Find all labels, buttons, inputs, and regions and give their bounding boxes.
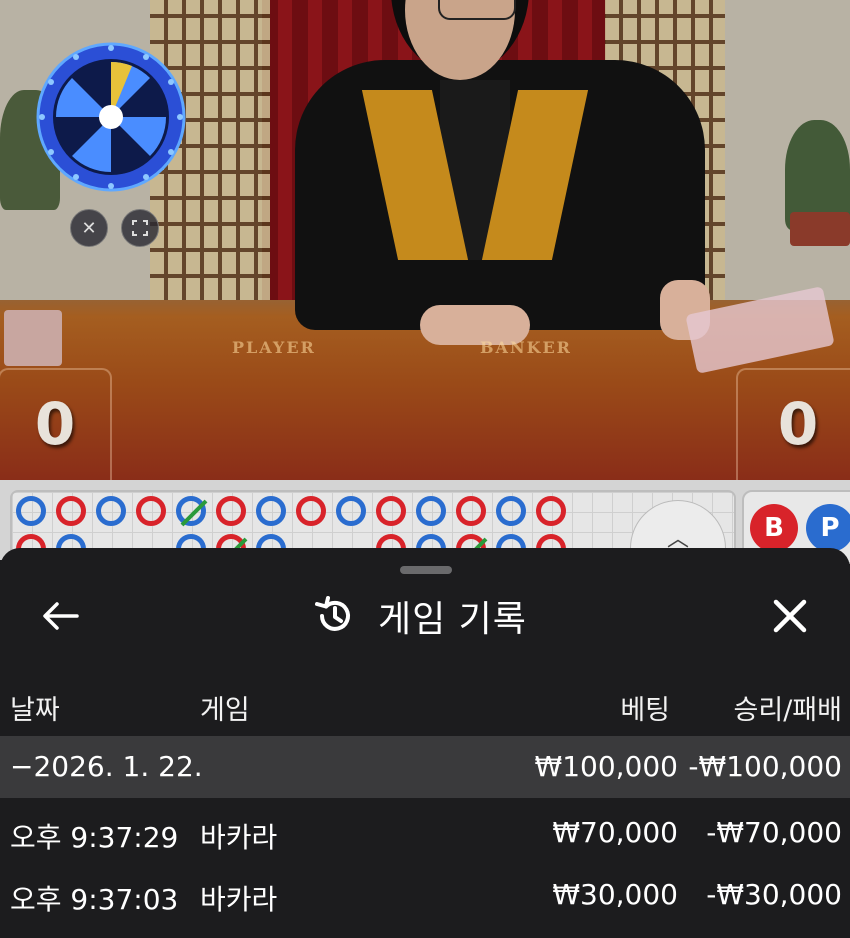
banker-score-box: 0 [736, 368, 850, 480]
date-group-winloss-total: -₩100,000 [688, 750, 842, 783]
plant-pot [790, 212, 850, 246]
date-group-label: −2026. 1. 22. [10, 750, 203, 783]
sheet-title: 게임 기록 [378, 599, 527, 640]
close-icon [773, 599, 807, 633]
banker-bead [296, 496, 326, 526]
history-row[interactable]: 오후 9:37:29 바카라 ₩70,000 -₩70,000 [0, 802, 850, 864]
close-icon: ✕ [81, 217, 97, 239]
banker-bead [56, 496, 86, 526]
date-group-bet-total: ₩100,000 [534, 750, 678, 783]
row-winloss: -₩70,000 [706, 816, 842, 849]
column-header-game: 게임 [200, 695, 250, 726]
sheet-drag-handle[interactable] [400, 566, 452, 574]
history-icon [315, 596, 350, 631]
player-bead [16, 496, 46, 526]
banker-bead [376, 496, 406, 526]
banker-bead [216, 496, 246, 526]
row-time: 오후 9:37:03 [10, 883, 179, 916]
discard-box [4, 310, 62, 366]
banker-bead [136, 496, 166, 526]
history-row[interactable]: 오후 9:37:03 바카라 ₩30,000 -₩30,000 [0, 864, 850, 926]
row-time: 오후 9:37:29 [10, 821, 179, 854]
wheel-expand-button[interactable] [121, 209, 159, 247]
table-label-banker: BANKER [480, 338, 572, 357]
row-bet: ₩70,000 [552, 816, 678, 849]
row-game: 바카라 [200, 821, 278, 854]
close-button[interactable] [766, 594, 814, 638]
arrow-left-icon [43, 602, 79, 630]
back-button[interactable] [36, 596, 84, 636]
game-history-sheet: 게임 기록 날짜 게임 베팅 승리/패배 −2026. 1. 22. ₩100,… [0, 548, 850, 938]
banker-bead [456, 496, 486, 526]
bonus-wheel-widget[interactable] [36, 42, 186, 192]
column-header-winloss: 승리/패배 [733, 695, 842, 726]
banker-prediction-button[interactable]: B [750, 504, 798, 552]
table-header: 날짜 게임 베팅 승리/패배 [0, 674, 850, 734]
table-label-player: PLAYER [232, 338, 316, 357]
date-group-row[interactable]: −2026. 1. 22. ₩100,000 -₩100,000 [0, 736, 850, 798]
live-video-stream: PLAYER BANKER 0 0 ✕ [0, 0, 850, 480]
player-score: 0 [34, 390, 76, 458]
player-score-box: 0 [0, 368, 112, 480]
column-header-bet: 베팅 [620, 695, 670, 726]
player-bead [416, 496, 446, 526]
player-bead [256, 496, 286, 526]
player-prediction-button[interactable]: P [806, 504, 850, 552]
tie-mark [180, 499, 208, 527]
wheel-icon [36, 42, 186, 192]
player-bead [96, 496, 126, 526]
column-header-date: 날짜 [10, 695, 60, 726]
banker-bead [536, 496, 566, 526]
wheel-close-button[interactable]: ✕ [70, 209, 108, 247]
row-bet: ₩30,000 [552, 878, 678, 911]
player-bead [496, 496, 526, 526]
dealer-glasses [438, 0, 516, 20]
row-game: 바카라 [200, 883, 278, 916]
player-bead [176, 496, 208, 527]
player-bead [336, 496, 366, 526]
banker-score: 0 [777, 390, 819, 458]
sheet-header: 게임 기록 [314, 588, 527, 644]
expand-icon [132, 220, 148, 236]
row-winloss: -₩30,000 [706, 878, 842, 911]
